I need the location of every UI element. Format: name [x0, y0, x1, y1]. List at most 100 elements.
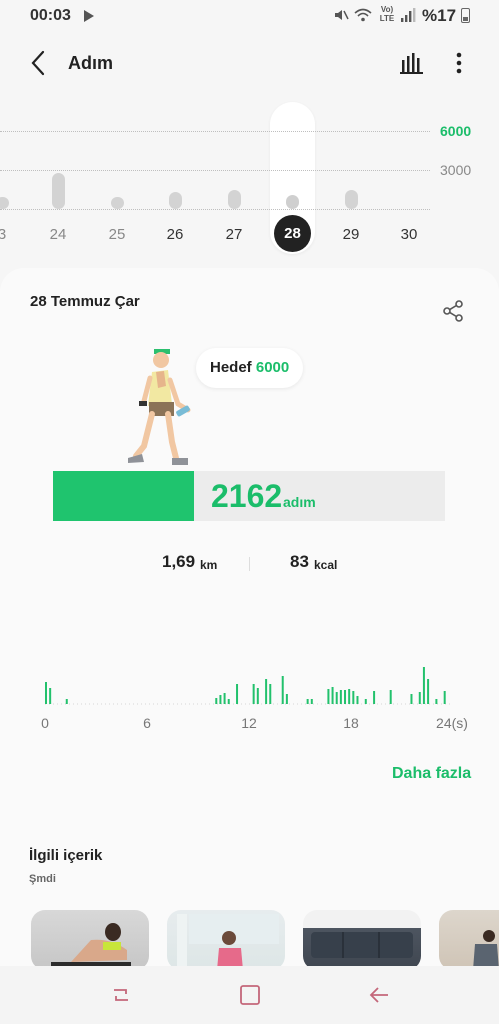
goal-label: Hedef — [210, 359, 252, 376]
recents-button[interactable] — [106, 980, 136, 1010]
hourly-bar — [265, 679, 268, 704]
hourly-bar — [327, 689, 330, 704]
trends-button[interactable] — [398, 50, 426, 76]
day-bar[interactable] — [344, 190, 358, 209]
steps-progress-fill — [53, 471, 195, 521]
hourly-bar — [427, 679, 430, 704]
hourly-bar — [352, 691, 355, 704]
outdoor-image — [473, 930, 499, 970]
hourly-bar — [252, 684, 255, 704]
hourly-steps-chart: 0 6 12 18 24(s) — [41, 667, 468, 731]
more-details-link[interactable]: Daha fazla — [392, 765, 471, 783]
page-title: Adım — [68, 53, 113, 73]
hourly-bar — [227, 699, 230, 704]
steps-unit: adım — [283, 494, 316, 510]
day-bar[interactable] — [51, 172, 65, 209]
related-card-outdoor[interactable] — [439, 910, 499, 970]
hourly-bar — [389, 690, 392, 704]
day-label[interactable]: 25 — [97, 226, 137, 243]
status-time: 00:03 — [30, 7, 71, 24]
stats-divider — [249, 557, 250, 571]
hourly-bar — [281, 676, 284, 704]
related-content-title: İlgili içerik — [29, 847, 103, 864]
bar-chart-icon — [400, 53, 423, 74]
hour-axis-label: 6 — [143, 715, 151, 731]
goal-bubble: Hedef 6000 — [196, 348, 304, 388]
hourly-bar — [356, 696, 359, 704]
calories-value: 83 — [290, 552, 309, 571]
day-label[interactable]: 27 — [214, 226, 254, 243]
hourly-bar — [310, 699, 313, 704]
distance-unit: km — [200, 558, 218, 572]
share-button[interactable] — [440, 298, 466, 324]
related-card-workout[interactable] — [31, 910, 149, 970]
related-content-subtitle: Şmdi — [29, 873, 56, 885]
base-gridline — [0, 209, 430, 210]
home-button[interactable] — [235, 980, 265, 1010]
day-label[interactable]: 3 — [0, 226, 22, 243]
hourly-bar — [285, 694, 288, 704]
day-label[interactable]: 30 — [389, 226, 429, 243]
goal-axis-label: 6000 — [440, 123, 472, 139]
hourly-bar — [339, 690, 342, 704]
day-bar[interactable] — [285, 194, 299, 209]
selected-day-label[interactable]: 28 — [274, 215, 311, 252]
back-arrow-icon — [369, 987, 388, 1003]
share-icon — [443, 300, 463, 322]
day-bar[interactable] — [168, 192, 182, 209]
media-play-icon — [84, 10, 94, 22]
status-bar: 00:03 Vo) LTE %17 — [0, 0, 499, 30]
sofa-image — [311, 932, 413, 958]
hourly-bar — [331, 687, 334, 704]
walking-person-illustration — [128, 349, 191, 465]
back-button[interactable] — [24, 48, 54, 78]
yoga-image — [177, 914, 279, 970]
related-card-sofa[interactable] — [303, 910, 421, 970]
mute-icon — [335, 10, 349, 20]
hourly-bar — [443, 691, 446, 704]
mid-gridline — [0, 170, 430, 171]
distance-value: 1,69 — [162, 552, 196, 571]
battery-icon — [461, 8, 470, 23]
goal-gridline — [0, 131, 430, 132]
hourly-bar — [335, 692, 338, 704]
volte-label: Vo) LTE — [379, 5, 395, 23]
hourly-bar — [344, 690, 347, 704]
hourly-bar — [306, 699, 309, 704]
related-card-yoga[interactable] — [167, 910, 285, 970]
date-label: 28 Temmuz Çar — [30, 293, 140, 310]
goal-value: 6000 — [255, 359, 290, 376]
day-bar[interactable] — [227, 189, 241, 209]
hourly-bar — [215, 698, 218, 704]
hour-axis-label: 24(s) — [436, 715, 468, 731]
battery-percent: %17 — [422, 6, 457, 25]
signal-icon — [401, 8, 416, 22]
hour-axis-label: 18 — [343, 715, 359, 731]
back-nav-button[interactable] — [364, 980, 394, 1010]
more-options-button[interactable] — [449, 50, 469, 76]
day-bar[interactable] — [0, 197, 9, 209]
hourly-bar — [373, 691, 376, 704]
hourly-bar — [418, 692, 421, 704]
chevron-left-icon — [31, 50, 45, 76]
steps-count: 2162 — [211, 478, 283, 514]
hourly-bar — [45, 682, 47, 704]
recents-icon — [114, 989, 128, 1001]
hourly-bar — [364, 699, 367, 704]
hour-axis-label: 0 — [41, 715, 49, 731]
day-label[interactable]: 29 — [331, 226, 371, 243]
calories-unit: kcal — [314, 558, 338, 572]
hourly-bar — [410, 694, 413, 704]
hourly-bar — [65, 699, 68, 704]
hourly-bar — [435, 699, 438, 704]
more-vertical-icon — [456, 52, 462, 74]
day-label[interactable]: 24 — [38, 226, 78, 243]
home-icon — [240, 985, 260, 1005]
day-label[interactable]: 26 — [155, 226, 195, 243]
hourly-bar — [219, 695, 222, 704]
hour-axis-label: 12 — [241, 715, 257, 731]
day-bar[interactable] — [110, 197, 124, 209]
hourly-bar — [256, 688, 259, 704]
hourly-bar — [422, 667, 425, 704]
hourly-bar — [223, 693, 226, 704]
